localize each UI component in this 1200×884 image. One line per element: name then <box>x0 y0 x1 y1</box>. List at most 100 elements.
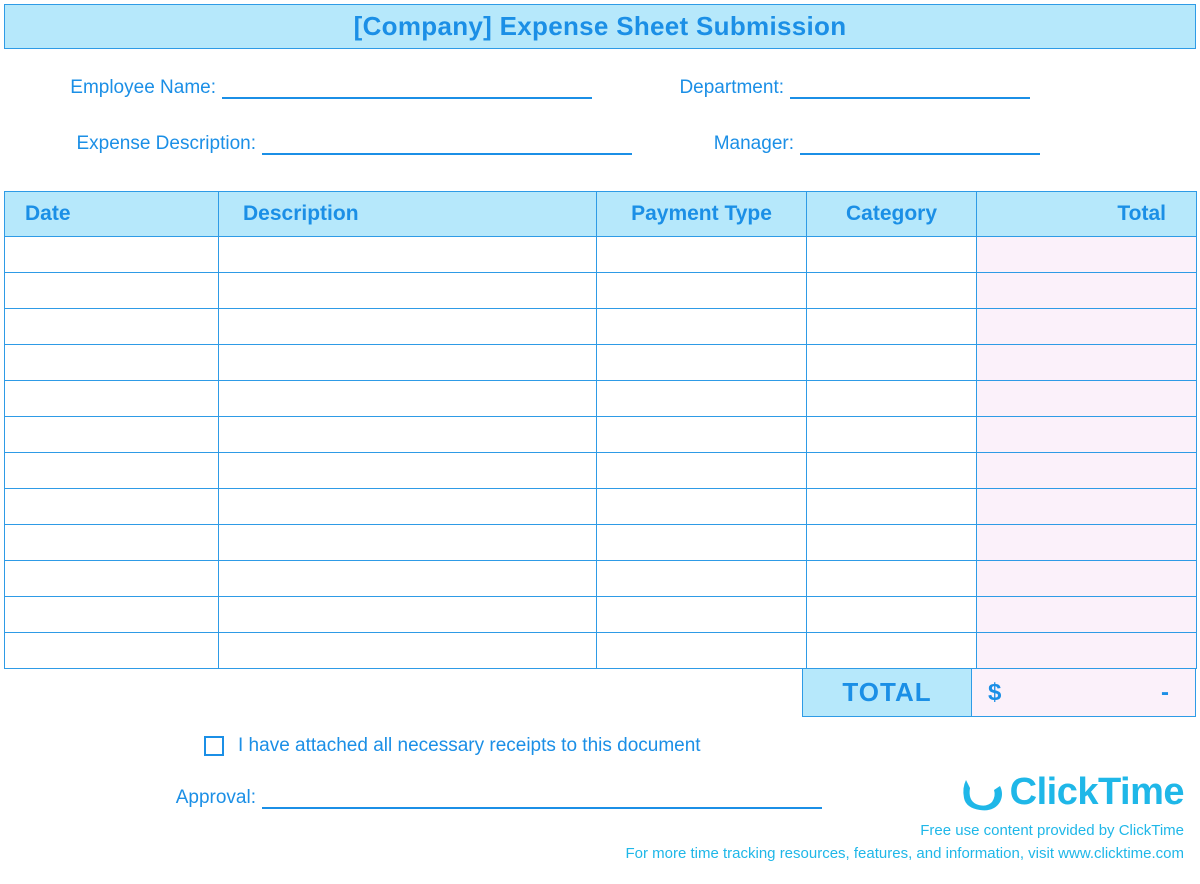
cell-total[interactable] <box>977 309 1197 345</box>
cell-category[interactable] <box>807 237 977 273</box>
cell-payment_type[interactable] <box>597 345 807 381</box>
cell-total[interactable] <box>977 597 1197 633</box>
cell-description[interactable] <box>219 417 597 453</box>
table-row <box>5 633 1197 669</box>
cell-total[interactable] <box>977 345 1197 381</box>
cell-category[interactable] <box>807 345 977 381</box>
cell-date[interactable] <box>5 453 219 489</box>
employee-name-field[interactable] <box>222 77 592 99</box>
cell-payment_type[interactable] <box>597 381 807 417</box>
col-total: Total <box>977 192 1197 237</box>
table-row <box>5 417 1197 453</box>
cell-description[interactable] <box>219 345 597 381</box>
cell-payment_type[interactable] <box>597 525 807 561</box>
cell-payment_type[interactable] <box>597 273 807 309</box>
department-label: Department: <box>660 77 790 99</box>
cell-total[interactable] <box>977 417 1197 453</box>
cell-date[interactable] <box>5 597 219 633</box>
cell-payment_type[interactable] <box>597 561 807 597</box>
cell-description[interactable] <box>219 489 597 525</box>
table-row <box>5 525 1197 561</box>
cell-total[interactable] <box>977 489 1197 525</box>
cell-description[interactable] <box>219 309 597 345</box>
cell-category[interactable] <box>807 273 977 309</box>
cell-date[interactable] <box>5 273 219 309</box>
total-amount: - <box>1001 679 1169 707</box>
cell-date[interactable] <box>5 525 219 561</box>
table-row <box>5 309 1197 345</box>
table-row <box>5 561 1197 597</box>
cell-total[interactable] <box>977 237 1197 273</box>
cell-payment_type[interactable] <box>597 237 807 273</box>
cell-category[interactable] <box>807 633 977 669</box>
brand-name: ClickTime <box>1010 771 1184 814</box>
receipts-text: I have attached all necessary receipts t… <box>238 735 701 757</box>
cell-total[interactable] <box>977 633 1197 669</box>
footer-line-1: Free use content provided by ClickTime <box>625 820 1184 843</box>
cell-total[interactable] <box>977 453 1197 489</box>
approval-label: Approval: <box>44 787 262 809</box>
cell-description[interactable] <box>219 597 597 633</box>
expense-description-label: Expense Description: <box>44 133 262 155</box>
cell-description[interactable] <box>219 453 597 489</box>
cell-total[interactable] <box>977 381 1197 417</box>
cell-category[interactable] <box>807 561 977 597</box>
cell-category[interactable] <box>807 381 977 417</box>
footer-line-2: For more time tracking resources, featur… <box>625 843 1184 866</box>
cell-date[interactable] <box>5 345 219 381</box>
cell-date[interactable] <box>5 417 219 453</box>
cell-date[interactable] <box>5 489 219 525</box>
manager-field[interactable] <box>800 133 1040 155</box>
cell-payment_type[interactable] <box>597 633 807 669</box>
receipts-checkbox[interactable] <box>204 736 224 756</box>
footer: ClickTime Free use content provided by C… <box>625 771 1184 865</box>
cell-category[interactable] <box>807 597 977 633</box>
cell-total[interactable] <box>977 561 1197 597</box>
cell-date[interactable] <box>5 309 219 345</box>
total-value: $ - <box>972 669 1196 717</box>
cell-payment_type[interactable] <box>597 309 807 345</box>
col-date: Date <box>5 192 219 237</box>
cell-category[interactable] <box>807 309 977 345</box>
total-label: TOTAL <box>802 669 972 717</box>
cell-payment_type[interactable] <box>597 489 807 525</box>
cell-description[interactable] <box>219 237 597 273</box>
cell-payment_type[interactable] <box>597 453 807 489</box>
table-row <box>5 489 1197 525</box>
page-title: [Company] Expense Sheet Submission <box>4 4 1196 49</box>
cell-payment_type[interactable] <box>597 417 807 453</box>
cell-category[interactable] <box>807 525 977 561</box>
cell-date[interactable] <box>5 237 219 273</box>
table-row <box>5 345 1197 381</box>
cell-total[interactable] <box>977 525 1197 561</box>
cell-date[interactable] <box>5 561 219 597</box>
table-row <box>5 273 1197 309</box>
table-row <box>5 237 1197 273</box>
brand-logo: ClickTime <box>625 771 1184 814</box>
total-row: TOTAL $ - <box>4 669 1196 717</box>
cell-description[interactable] <box>219 633 597 669</box>
table-row <box>5 597 1197 633</box>
cell-category[interactable] <box>807 489 977 525</box>
col-description: Description <box>219 192 597 237</box>
cell-description[interactable] <box>219 561 597 597</box>
department-field[interactable] <box>790 77 1030 99</box>
cell-category[interactable] <box>807 417 977 453</box>
cell-payment_type[interactable] <box>597 597 807 633</box>
col-payment-type: Payment Type <box>597 192 807 237</box>
total-currency: $ <box>988 679 1001 707</box>
table-row <box>5 453 1197 489</box>
cell-description[interactable] <box>219 381 597 417</box>
cell-category[interactable] <box>807 453 977 489</box>
cell-date[interactable] <box>5 381 219 417</box>
expense-description-field[interactable] <box>262 133 632 155</box>
employee-name-label: Employee Name: <box>44 77 222 99</box>
table-row <box>5 381 1197 417</box>
cell-total[interactable] <box>977 273 1197 309</box>
cell-description[interactable] <box>219 273 597 309</box>
cell-date[interactable] <box>5 633 219 669</box>
expense-table: Date Description Payment Type Category T… <box>4 191 1197 669</box>
cell-description[interactable] <box>219 525 597 561</box>
header-form: Employee Name: Department: Expense Descr… <box>4 49 1196 191</box>
col-category: Category <box>807 192 977 237</box>
